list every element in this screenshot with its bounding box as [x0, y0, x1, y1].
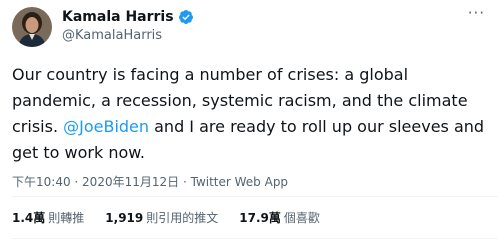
meta-separator: · [70, 175, 83, 189]
avatar[interactable] [12, 7, 52, 47]
divider [12, 196, 498, 197]
retweets-stat[interactable]: 1.4萬 則轉推 [12, 209, 84, 226]
divider [12, 238, 498, 239]
quote-tweets-count: 1,919 [105, 211, 144, 225]
quote-tweets-label: 則引用的推文 [146, 211, 219, 225]
mention-link[interactable]: @JoeBiden [63, 117, 149, 136]
tweet-meta: 下午10:40 · 2020年11月12日 · Twitter Web App [12, 173, 288, 190]
verified-badge-icon [178, 10, 193, 24]
quote-tweets-stat[interactable]: 1,919 則引用的推文 [105, 209, 218, 226]
engagement-stats: 1.4萬 則轉推 1,919 則引用的推文 17.9萬 個喜歡 [12, 209, 341, 226]
likes-count: 17.9萬 [239, 211, 281, 225]
author-name-row: Kamala Harris [62, 9, 194, 25]
tweet-source[interactable]: Twitter Web App [191, 175, 288, 189]
tweet-time[interactable]: 下午10:40 [12, 175, 71, 189]
likes-label: 個喜歡 [283, 211, 320, 225]
likes-stat[interactable]: 17.9萬 個喜歡 [239, 209, 320, 226]
more-options-ellipsis-icon[interactable]: ··· [468, 4, 485, 22]
retweets-label: 則轉推 [48, 211, 85, 225]
tweet-text: Our country is facing a number of crises… [12, 62, 490, 166]
author-name[interactable]: Kamala Harris [62, 9, 174, 25]
meta-separator: · [179, 175, 191, 189]
tweet-date[interactable]: 2020年11月12日 [82, 175, 179, 189]
avatar-image [12, 7, 52, 47]
retweets-count: 1.4萬 [12, 211, 46, 225]
author-handle[interactable]: @KamalaHarris [62, 28, 162, 43]
